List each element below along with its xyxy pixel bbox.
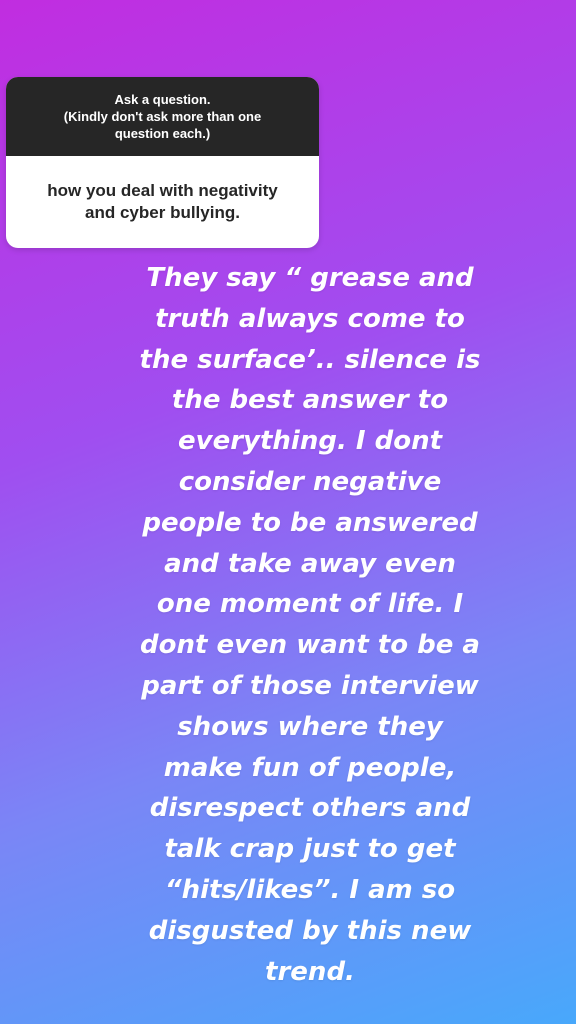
story-text-line: everything. I dont: [177, 426, 443, 457]
story-text-line: dont even want to be a: [140, 630, 480, 661]
story-text-line: and take away even: [164, 548, 456, 579]
story-text-line: one moment of life. I: [156, 589, 464, 620]
question-sticker-body: how you deal with negativity and cyber b…: [6, 156, 319, 248]
story-text-line: truth always come to: [155, 303, 465, 334]
story-text-line: shows where they: [177, 711, 443, 742]
story-text-line: talk crap just to get: [164, 834, 456, 865]
story-text-line: part of those interview: [141, 670, 479, 701]
question-prompt: Ask a question. (Kindly don't ask more t…: [63, 92, 262, 141]
story-text-line: the surface’.. silence is: [139, 344, 481, 375]
question-sticker[interactable]: Ask a question. (Kindly don't ask more t…: [6, 77, 319, 248]
story-text-line: people to be answered: [142, 507, 478, 538]
story-text-line: trend.: [265, 956, 355, 987]
story-text-line: the best answer to: [171, 385, 449, 416]
story-text-line: They say “ grease and: [146, 263, 474, 293]
story-text-line: make fun of people,: [163, 752, 457, 783]
story-text-line: consider negative: [178, 466, 442, 497]
story-text-line: disrespect others and: [149, 793, 471, 824]
story-text-line: disgusted by this new: [148, 915, 472, 946]
story-text-line: “hits/likes”. I am so: [164, 874, 456, 905]
story-answer-text: They say “ grease and truth always come …: [118, 258, 502, 992]
question-response: how you deal with negativity and cyber b…: [47, 181, 278, 222]
question-sticker-header: Ask a question. (Kindly don't ask more t…: [6, 77, 319, 156]
